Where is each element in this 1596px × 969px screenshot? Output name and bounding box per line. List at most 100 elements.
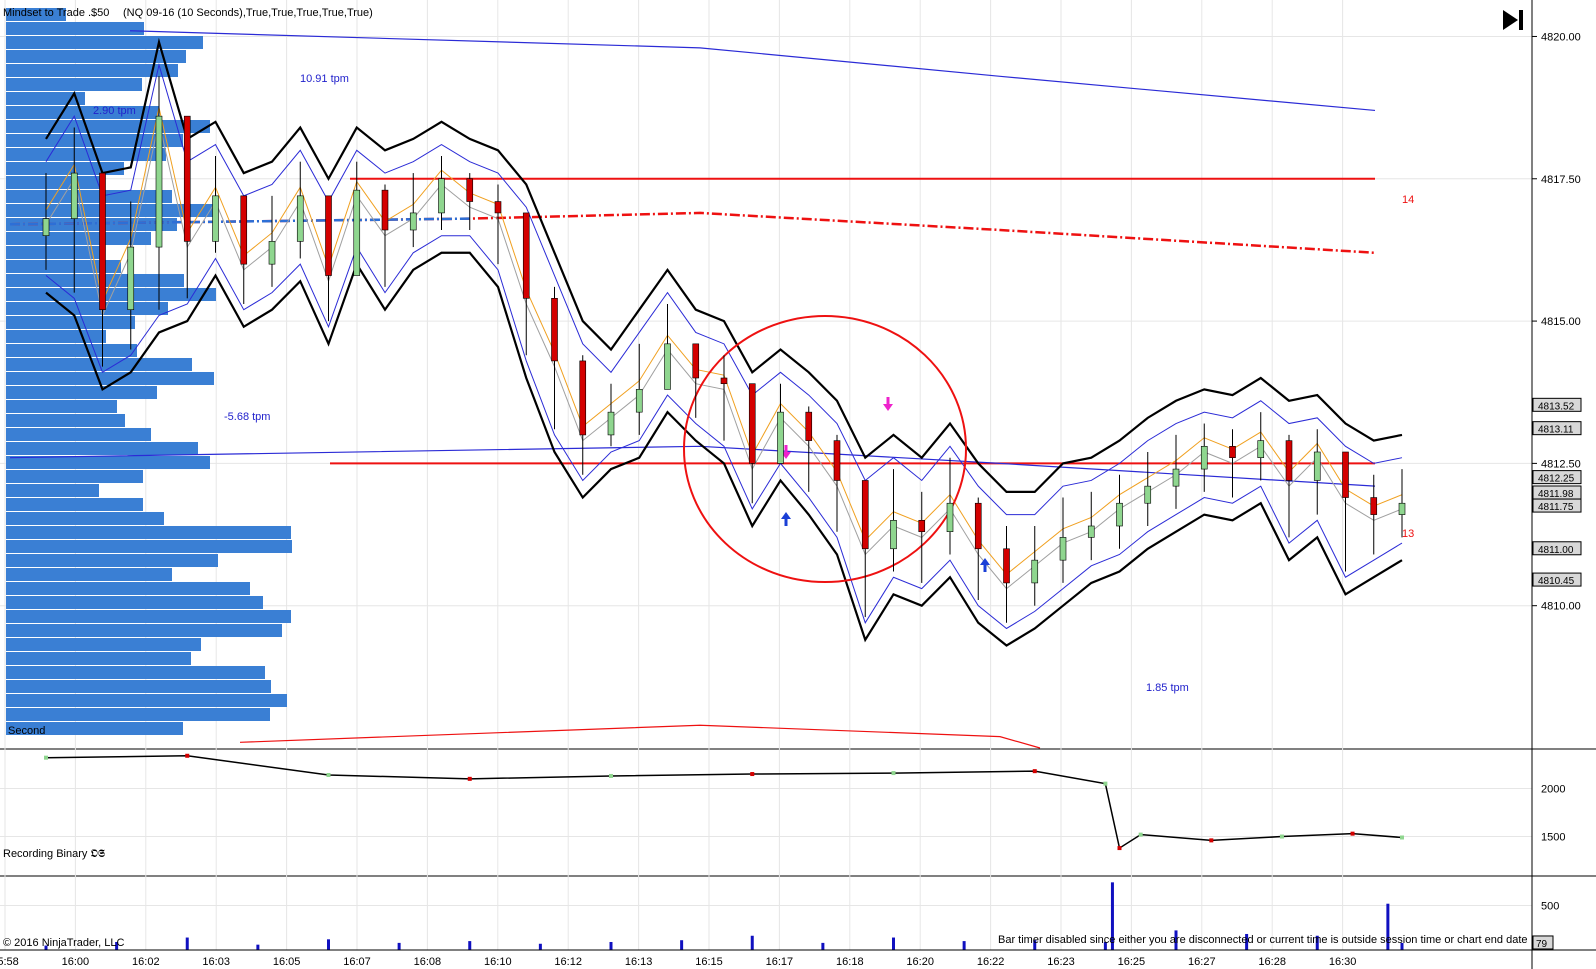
candle-body bbox=[268, 241, 276, 265]
candle-body bbox=[1398, 502, 1406, 515]
tpm-label: -5.68 tpm bbox=[224, 411, 270, 423]
volume-bar bbox=[892, 937, 895, 950]
profile-bar bbox=[6, 120, 210, 133]
x-tick-label: 16:30 bbox=[1329, 956, 1357, 968]
candle-body bbox=[1370, 497, 1378, 515]
profile-bar bbox=[6, 22, 144, 35]
volume-bar bbox=[538, 943, 542, 950]
candle-body bbox=[99, 172, 106, 310]
x-tick-label: 16:15 bbox=[695, 956, 723, 968]
arrow-stem bbox=[886, 397, 890, 404]
y-tick-label: 4812.50 bbox=[1541, 458, 1581, 470]
y-tick-label: 4817.50 bbox=[1541, 174, 1581, 186]
profile-bar bbox=[6, 708, 270, 721]
profile-bar bbox=[6, 582, 250, 595]
indicator-point bbox=[1117, 846, 1122, 851]
profile-bar bbox=[6, 386, 157, 399]
profile-bar bbox=[6, 288, 216, 301]
profile-bar bbox=[6, 596, 263, 609]
candle-body bbox=[607, 411, 615, 436]
volume-bar bbox=[750, 935, 754, 950]
profile-bar bbox=[6, 442, 198, 455]
candle-body bbox=[127, 246, 135, 310]
candle-body bbox=[212, 195, 219, 242]
candle-body bbox=[1087, 525, 1095, 538]
profile-bar bbox=[6, 344, 137, 357]
price-marker-label: 4811.75 bbox=[1538, 502, 1574, 513]
candle-body bbox=[1059, 537, 1067, 561]
x-tick-label: 16:17 bbox=[766, 956, 794, 968]
profile-bar bbox=[6, 652, 191, 665]
candle-body bbox=[918, 520, 926, 532]
profile-bar bbox=[6, 400, 117, 413]
price-marker-label: 4812.25 bbox=[1538, 474, 1575, 485]
x-tick-label: 16:22 bbox=[977, 956, 1005, 968]
candle-body bbox=[1313, 451, 1321, 481]
y-tick-label: 1500 bbox=[1541, 832, 1565, 844]
volume-bar bbox=[256, 944, 260, 950]
profile-bar bbox=[6, 36, 203, 49]
y-tick-label: 500 bbox=[1541, 900, 1559, 912]
candle-body bbox=[1257, 440, 1265, 458]
candle-body bbox=[155, 115, 163, 248]
candle-body bbox=[381, 189, 389, 231]
candle-body bbox=[325, 195, 332, 276]
indicator-point bbox=[1209, 838, 1214, 843]
candle-body bbox=[748, 383, 756, 464]
candle-body bbox=[777, 411, 784, 464]
indicator-point bbox=[609, 773, 613, 778]
candle-body bbox=[1144, 485, 1152, 504]
profile-bar bbox=[6, 78, 142, 91]
candle-body bbox=[664, 343, 671, 390]
candle-body bbox=[1342, 451, 1349, 498]
profile-bar bbox=[6, 484, 99, 497]
x-tick-label: 16:05 bbox=[273, 956, 301, 968]
price-panel-label: Second bbox=[8, 725, 45, 737]
profile-bar bbox=[6, 512, 164, 525]
indicator-point bbox=[1103, 781, 1108, 786]
tpm-label: 10.91 tpm bbox=[300, 73, 349, 85]
profile-bar bbox=[6, 50, 186, 63]
volume-bar bbox=[680, 940, 684, 950]
tpm-label: 2.90 tpm bbox=[93, 105, 136, 117]
x-tick-label: 16:20 bbox=[906, 956, 934, 968]
indicator-point bbox=[44, 755, 48, 760]
x-tick-label: 16:28 bbox=[1258, 956, 1286, 968]
volume-marker-label: 79 bbox=[1536, 939, 1548, 950]
arrow-stem bbox=[784, 519, 788, 526]
indicator-point bbox=[467, 776, 472, 781]
candle-body bbox=[1031, 559, 1039, 584]
profile-bar bbox=[6, 176, 103, 189]
indicator-point bbox=[1400, 835, 1404, 840]
chart-canvas: 15:58 16:00 16:02 16:03 16:05 16:07 16:08 16:10… bbox=[0, 0, 1596, 969]
candle-body bbox=[974, 502, 982, 550]
indicator-point bbox=[1032, 769, 1037, 774]
x-tick-label: 16:00 bbox=[62, 956, 90, 968]
price-marker-label: 4813.52 bbox=[1538, 401, 1575, 412]
candle-body bbox=[833, 440, 841, 481]
x-tick-label: 16:07 bbox=[343, 956, 371, 968]
profile-bar bbox=[6, 456, 210, 469]
candle-body bbox=[861, 480, 869, 550]
candle-body bbox=[353, 189, 361, 276]
profile-bar bbox=[6, 554, 218, 567]
indicator-panel-label: Recording Binary 𝕺𝕾 bbox=[3, 848, 106, 860]
y-tick-label: 4820.00 bbox=[1541, 31, 1581, 43]
x-tick-label: 16:25 bbox=[1118, 956, 1146, 968]
candle-body bbox=[579, 360, 587, 436]
volume-bar bbox=[397, 942, 401, 950]
price-marker-label: 4810.45 bbox=[1538, 576, 1575, 587]
indicator-point bbox=[185, 753, 190, 758]
x-tick-label: 16:08 bbox=[414, 956, 442, 968]
volume-bar bbox=[609, 941, 613, 950]
candle-body bbox=[890, 520, 897, 550]
x-tick-label: 16:03 bbox=[202, 956, 230, 968]
profile-bar bbox=[6, 568, 172, 581]
profile-bar bbox=[6, 414, 125, 427]
profile-bar bbox=[6, 190, 172, 203]
candle-body bbox=[1003, 548, 1010, 584]
candle-body bbox=[635, 389, 643, 413]
candle-body bbox=[1229, 446, 1236, 458]
window-subtitle: (NQ 09-16 (10 Seconds),True,True,True,Tr… bbox=[123, 7, 373, 19]
indicator-point bbox=[891, 771, 896, 776]
